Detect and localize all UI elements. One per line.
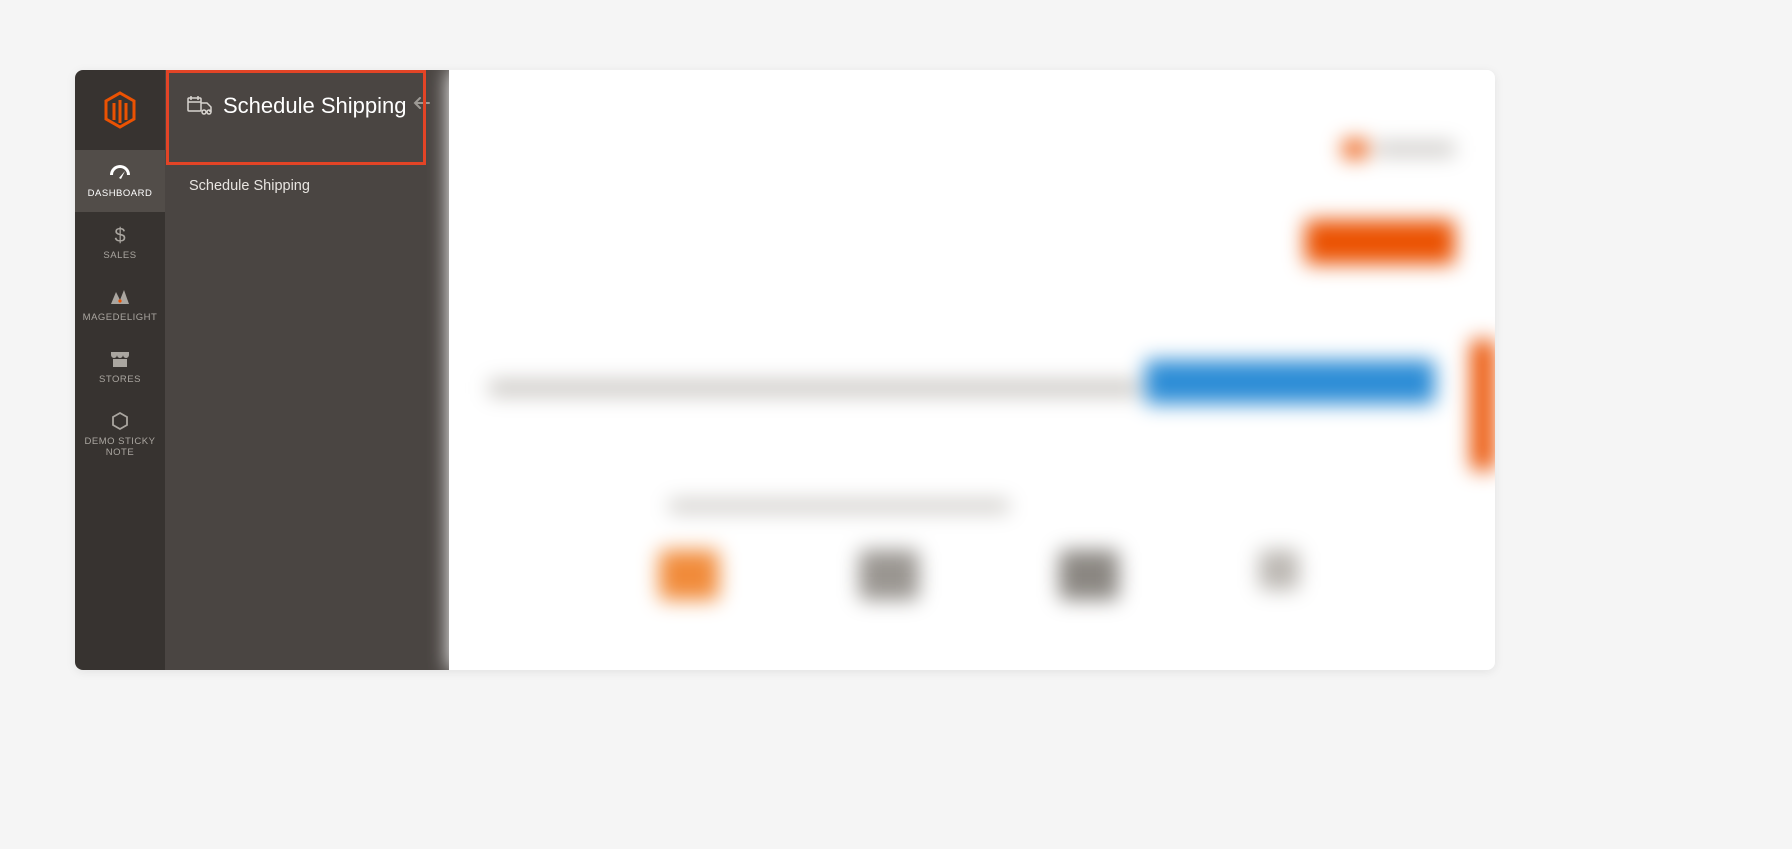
sidebar-item-label: SALES	[103, 250, 136, 262]
sidebar-item-demo-sticky-note[interactable]: DEMO STICKY NOTE	[75, 398, 165, 472]
magento-logo[interactable]	[75, 70, 165, 150]
flyout-title: Schedule Shipping	[223, 90, 406, 122]
sidebar-item-label: STORES	[99, 374, 141, 386]
magedelight-icon	[109, 286, 131, 308]
magento-logo-icon	[103, 91, 137, 129]
dashboard-icon	[108, 162, 132, 184]
app-window: DASHBOARD $ SALES MAGEDELIGHT STORES DEM…	[75, 70, 1495, 670]
sidebar-item-sales[interactable]: $ SALES	[75, 212, 165, 274]
stores-icon	[109, 348, 131, 370]
admin-sidebar: DASHBOARD $ SALES MAGEDELIGHT STORES DEM…	[75, 70, 165, 670]
back-arrow-icon[interactable]	[413, 96, 431, 110]
sidebar-item-stores[interactable]: STORES	[75, 336, 165, 398]
hexagon-icon	[110, 410, 130, 432]
sidebar-item-label: DEMO STICKY NOTE	[77, 436, 163, 460]
svg-text:$: $	[114, 225, 125, 246]
dollar-icon: $	[113, 224, 127, 246]
main-content-blurred	[449, 70, 1495, 670]
sidebar-item-magedelight[interactable]: MAGEDELIGHT	[75, 274, 165, 336]
sidebar-item-label: DASHBOARD	[88, 188, 153, 200]
schedule-shipping-icon	[187, 94, 213, 116]
sidebar-item-label: MAGEDELIGHT	[83, 312, 158, 324]
flyout-panel: Schedule Shipping Schedule Shipping	[165, 70, 449, 670]
flyout-header: Schedule Shipping	[165, 70, 449, 140]
sidebar-item-dashboard[interactable]: DASHBOARD	[75, 150, 165, 212]
submenu-item-schedule-shipping[interactable]: Schedule Shipping	[165, 168, 449, 204]
